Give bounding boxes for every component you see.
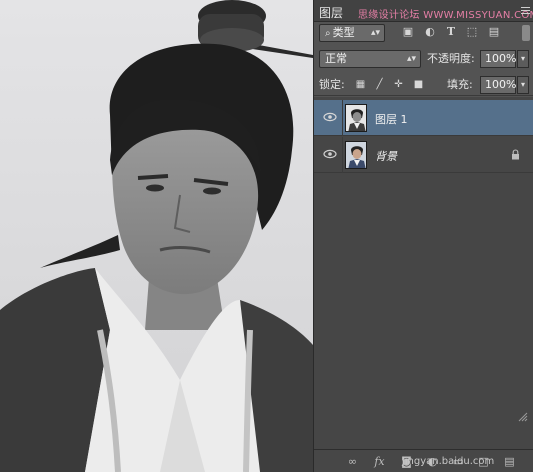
opacity-label: 不透明度: bbox=[427, 52, 475, 65]
layers-footer: ∞ fx ◙ ◐ ▭ □ ▤ jingyan.baidu.com bbox=[314, 449, 533, 472]
opacity-input[interactable]: 100% bbox=[480, 50, 516, 68]
lock-row: 锁定: ▦ ╱ ✛ ■ 填充: 100% ▾ bbox=[314, 74, 533, 96]
lock-transparent-icon[interactable]: ▦ bbox=[355, 79, 366, 90]
shape-filter-icon[interactable]: ⬚ bbox=[466, 26, 478, 38]
layer-thumbnail bbox=[345, 141, 367, 169]
panel-tab-bar: 图层 思缘设计论坛 WWW.MISSYUAN.COM bbox=[314, 0, 533, 22]
lock-icon bbox=[512, 149, 519, 160]
search-icon: ⌕ bbox=[325, 28, 331, 39]
lock-all-icon[interactable]: ■ bbox=[413, 79, 424, 90]
layer-thumbnail bbox=[345, 104, 367, 132]
chevron-down-icon: ▴▾ bbox=[406, 54, 416, 64]
type-filter-icon[interactable]: T bbox=[445, 26, 457, 38]
visibility-divider bbox=[342, 137, 343, 173]
photoshop-workspace: 图层 思缘设计论坛 WWW.MISSYUAN.COM ⌕ 类型 ▴▾ ▣ ◐ T … bbox=[0, 0, 533, 472]
opacity-dropdown-button[interactable]: ▾ bbox=[517, 50, 529, 68]
image-filter-icon[interactable]: ▣ bbox=[402, 26, 414, 38]
layers-list: 图层 1 背景 bbox=[314, 97, 533, 449]
filter-toggle-switch[interactable] bbox=[522, 25, 530, 41]
layers-panel: 图层 思缘设计论坛 WWW.MISSYUAN.COM ⌕ 类型 ▴▾ ▣ ◐ T … bbox=[313, 0, 533, 472]
delete-layer-icon[interactable]: ▤ bbox=[503, 455, 516, 468]
filter-type-value: 类型 bbox=[332, 26, 355, 39]
panel-menu-icon[interactable] bbox=[521, 5, 530, 17]
lock-position-icon[interactable]: ✛ bbox=[393, 79, 404, 90]
layer-row-background[interactable]: 背景 bbox=[314, 137, 533, 173]
blend-row: 正常 ▴▾ 不透明度: 100% ▾ bbox=[314, 48, 533, 70]
footer-watermark: jingyan.baidu.com bbox=[402, 456, 495, 467]
watermark-text: 思缘设计论坛 WWW.MISSYUAN.COM bbox=[358, 10, 533, 21]
visibility-divider bbox=[342, 100, 343, 136]
tab-layers[interactable]: 图层 bbox=[319, 4, 343, 21]
lock-image-icon[interactable]: ╱ bbox=[374, 79, 385, 90]
link-layers-icon[interactable]: ∞ bbox=[346, 455, 359, 468]
lock-label: 锁定: bbox=[319, 78, 345, 91]
document-canvas[interactable] bbox=[0, 0, 313, 472]
filter-row: ⌕ 类型 ▴▾ ▣ ◐ T ⬚ ▤ bbox=[314, 22, 533, 44]
filter-type-select[interactable]: ⌕ 类型 ▴▾ bbox=[319, 24, 385, 42]
blend-mode-select[interactable]: 正常 ▴▾ bbox=[319, 50, 421, 68]
eye-icon[interactable] bbox=[323, 112, 337, 122]
blend-mode-value: 正常 bbox=[325, 52, 347, 65]
chevron-down-icon: ▴▾ bbox=[370, 28, 380, 38]
fill-input[interactable]: 100% bbox=[480, 76, 516, 94]
layer-row-1[interactable]: 图层 1 bbox=[314, 100, 533, 136]
fill-dropdown-button[interactable]: ▾ bbox=[517, 76, 529, 94]
fx-icon[interactable]: fx bbox=[373, 455, 386, 468]
portrait-photo bbox=[0, 0, 313, 472]
resize-grip-icon[interactable] bbox=[518, 412, 528, 422]
eye-icon[interactable] bbox=[323, 149, 337, 159]
fill-label: 填充: bbox=[447, 78, 473, 91]
layer-name[interactable]: 图层 1 bbox=[375, 111, 408, 127]
layer-name[interactable]: 背景 bbox=[375, 148, 397, 164]
smart-object-filter-icon[interactable]: ▤ bbox=[488, 26, 500, 38]
adjustment-filter-icon[interactable]: ◐ bbox=[424, 26, 436, 38]
